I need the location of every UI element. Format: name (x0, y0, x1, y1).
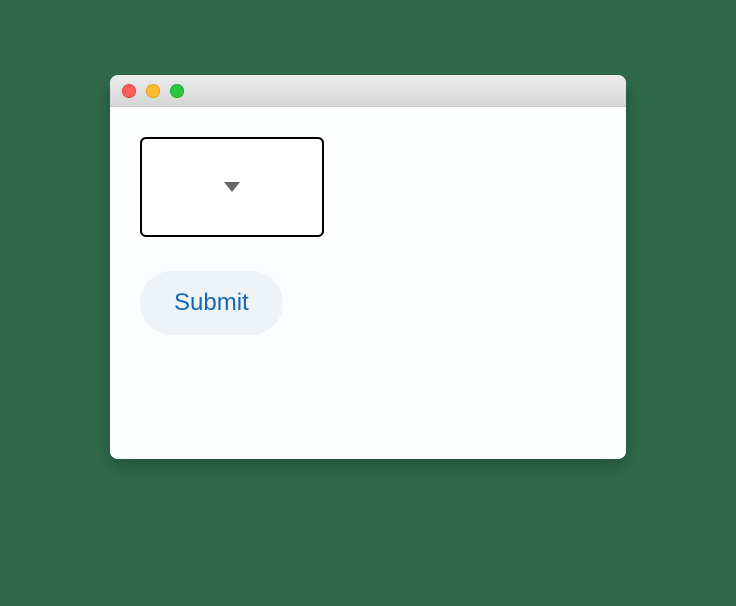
dropdown-select[interactable] (140, 137, 324, 237)
window-titlebar (110, 75, 626, 107)
chevron-down-icon (224, 182, 240, 192)
close-window-button[interactable] (122, 84, 136, 98)
application-window: Submit (110, 75, 626, 459)
submit-button[interactable]: Submit (140, 271, 283, 335)
minimize-window-button[interactable] (146, 84, 160, 98)
window-content: Submit (110, 107, 626, 459)
maximize-window-button[interactable] (170, 84, 184, 98)
